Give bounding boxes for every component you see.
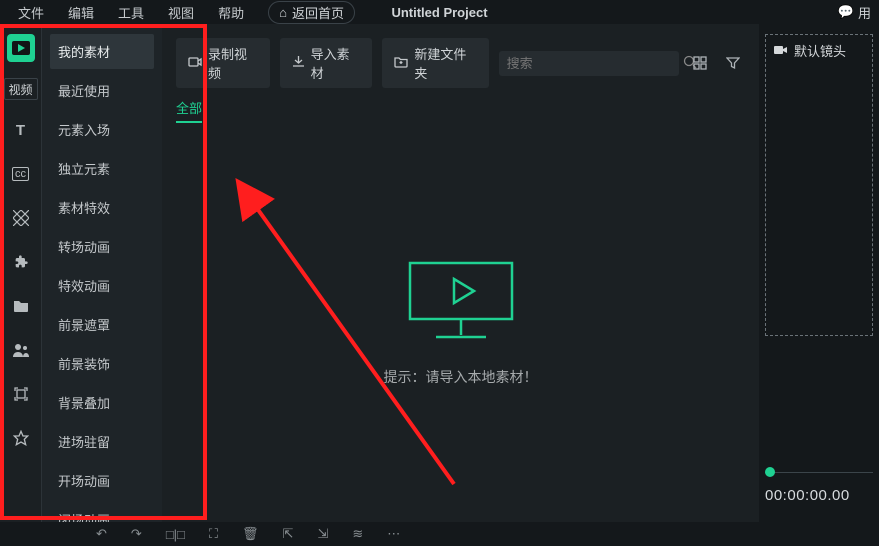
cut-icon[interactable]: □|□: [166, 527, 185, 542]
puzzle-tab-icon[interactable]: [7, 248, 35, 276]
preview-panel: 默认镜头 00:00:00.00: [759, 24, 879, 522]
text-tab-icon[interactable]: T: [7, 116, 35, 144]
cat-standalone[interactable]: 独立元素: [50, 151, 154, 186]
category-panel: 我的素材 最近使用 元素入场 独立元素 素材特效 转场动画 特效动画 前景遮罩 …: [42, 24, 162, 522]
cat-transition[interactable]: 转场动画: [50, 229, 154, 264]
pattern-tab-icon[interactable]: [7, 204, 35, 232]
menu-tools[interactable]: 工具: [106, 1, 156, 24]
top-menu: 文件 编辑 工具 视图 帮助 ⌂ 返回首页 Untitled Project 💬…: [0, 0, 879, 24]
preview-canvas[interactable]: 默认镜头: [765, 34, 873, 336]
cat-my-assets[interactable]: 我的素材: [50, 34, 154, 69]
chat-icon[interactable]: 💬: [838, 4, 854, 20]
transform-tab-icon[interactable]: [7, 380, 35, 408]
new-folder-button[interactable]: 新建文件夹: [382, 38, 488, 88]
people-tab-icon[interactable]: [7, 336, 35, 364]
monitor-play-icon: [406, 259, 516, 349]
record-button[interactable]: 录制视频: [176, 38, 270, 88]
menu-right-label[interactable]: 用: [858, 3, 871, 22]
empty-hint-text: 提示：请导入本地素材！: [384, 367, 538, 387]
project-title: Untitled Project: [290, 5, 590, 20]
menu-help[interactable]: 帮助: [206, 1, 256, 24]
crop-icon[interactable]: ⛶: [209, 526, 218, 542]
folder-tab-icon[interactable]: [7, 292, 35, 320]
cat-element-in[interactable]: 元素入场: [50, 112, 154, 147]
content-toolbar: 录制视频 导入素材 新建文件夹: [162, 24, 759, 98]
layers-icon[interactable]: ≋: [352, 526, 363, 542]
cat-stay[interactable]: 进场驻留: [50, 424, 154, 459]
media-tab-icon[interactable]: [7, 34, 35, 62]
cat-fx-anim[interactable]: 特效动画: [50, 268, 154, 303]
caption-tab-icon[interactable]: cc: [7, 160, 35, 188]
grid-view-icon[interactable]: [689, 51, 712, 75]
menu-view[interactable]: 视图: [156, 1, 206, 24]
camera-text: 默认镜头: [794, 41, 846, 60]
bookmark-in-icon[interactable]: ⇲: [317, 526, 328, 542]
sub-tab-all[interactable]: 全部: [176, 98, 202, 123]
cat-asset-fx[interactable]: 素材特效: [50, 190, 154, 225]
left-icon-rail: 视频 T cc: [0, 24, 42, 522]
trash-icon[interactable]: 🗑: [242, 526, 259, 542]
menu-edit[interactable]: 编辑: [56, 1, 106, 24]
bottom-toolbar: ↶ ↷ □|□ ⛶ 🗑 ⇱ ⇲ ≋ ⋯: [0, 522, 879, 546]
undo-icon[interactable]: ↶: [96, 526, 107, 542]
camera-icon: [774, 43, 788, 58]
cat-fg-mask[interactable]: 前景遮罩: [50, 307, 154, 342]
cat-recent[interactable]: 最近使用: [50, 73, 154, 108]
content-area: 录制视频 导入素材 新建文件夹 全部: [162, 24, 759, 522]
cat-bg-overlay[interactable]: 背景叠加: [50, 385, 154, 420]
more-icon[interactable]: ⋯: [387, 526, 400, 542]
timeline-marker-area[interactable]: 00:00:00.00: [765, 467, 873, 504]
folder-plus-icon: [394, 56, 408, 71]
camera-label: 默认镜头: [774, 41, 846, 60]
search-input[interactable]: [507, 56, 683, 71]
filter-icon[interactable]: [722, 51, 745, 75]
import-icon: [292, 55, 305, 71]
content-sub-tabs: 全部: [162, 98, 759, 123]
new-folder-label: 新建文件夹: [414, 44, 476, 82]
import-label: 导入素材: [311, 44, 361, 82]
menu-file[interactable]: 文件: [6, 1, 56, 24]
timecode: 00:00:00.00: [765, 487, 873, 504]
import-button[interactable]: 导入素材: [280, 38, 373, 88]
cat-close-anim[interactable]: 闭场动画: [50, 502, 154, 522]
video-label[interactable]: 视频: [4, 78, 38, 100]
playhead-dot[interactable]: [765, 467, 775, 477]
search-box[interactable]: [499, 51, 679, 76]
redo-icon[interactable]: ↷: [131, 526, 142, 542]
star-tab-icon[interactable]: [7, 424, 35, 452]
home-icon: ⌂: [279, 5, 287, 20]
cat-open-anim[interactable]: 开场动画: [50, 463, 154, 498]
bookmark-out-icon[interactable]: ⇱: [283, 526, 294, 542]
cat-fg-deco[interactable]: 前景装饰: [50, 346, 154, 381]
record-icon: [188, 56, 202, 71]
timeline-line: [765, 472, 873, 473]
record-label: 录制视频: [208, 44, 258, 82]
empty-state: 提示：请导入本地素材！: [162, 123, 759, 522]
